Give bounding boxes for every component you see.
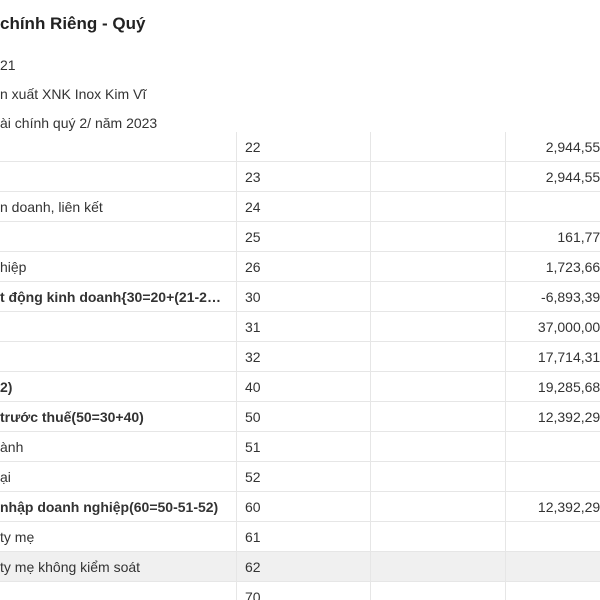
company-name: n xuất XNK Inox Kim Vĩ	[0, 86, 147, 102]
row-label: ty mẹ không kiểm soát	[0, 551, 237, 582]
table-row[interactable]: n doanh, liên kết 24	[0, 191, 600, 222]
table-row[interactable]: ty mẹ 61	[0, 521, 600, 552]
row-value-cell: 19,285,683	[505, 371, 600, 402]
row-label	[0, 221, 237, 252]
financial-table-body: 222,944,555232,944,555n doanh, liên kết2…	[0, 132, 600, 600]
table-row[interactable]: ty mẹ không kiểm soát 62	[0, 551, 600, 582]
row-code: 62	[236, 551, 371, 582]
row-code: 32	[236, 341, 371, 372]
row-value: 2,944,555	[545, 168, 600, 185]
row-value: 19,285,683	[537, 378, 600, 395]
row-code: 51	[236, 431, 371, 462]
table-row[interactable]: trước thuế(50=30+40)50 12,392,290	[0, 401, 600, 432]
row-label: ại	[0, 461, 237, 492]
row-empty-cell	[370, 161, 506, 192]
row-empty-cell	[370, 461, 506, 492]
row-empty-cell	[370, 491, 506, 522]
row-value-cell	[505, 431, 600, 462]
table-row[interactable]: 23 2,944,555	[0, 161, 600, 192]
row-label: 2)	[0, 371, 237, 402]
row-label	[0, 581, 237, 600]
row-value: 37,000,000	[537, 318, 600, 335]
row-empty-cell	[370, 371, 506, 402]
row-empty-cell	[370, 521, 506, 552]
row-value-cell	[505, 521, 600, 552]
row-label: hiệp	[0, 251, 237, 282]
row-code: 23	[236, 161, 371, 192]
row-empty-cell	[370, 191, 506, 222]
page-title: chính Riêng - Quý	[0, 14, 146, 33]
row-code: 24	[236, 191, 371, 222]
financial-table-container[interactable]: 222,944,555232,944,555n doanh, liên kết2…	[0, 132, 600, 600]
row-empty-cell	[370, 401, 506, 432]
row-empty-cell	[370, 581, 506, 600]
row-code: 22	[236, 132, 371, 162]
row-code: 50	[236, 401, 371, 432]
row-label: ty mẹ	[0, 521, 237, 552]
row-empty-cell	[370, 311, 506, 342]
row-code: 26	[236, 251, 371, 282]
row-code: 40	[236, 371, 371, 402]
row-value: 2,944,555	[545, 138, 600, 155]
row-label: nhập doanh nghiệp(60=50-51-52)	[0, 491, 237, 522]
row-empty-cell	[370, 551, 506, 582]
table-row[interactable]: 22 2,944,555	[0, 132, 600, 162]
row-value-cell: 1,723,663	[505, 251, 600, 282]
financial-table: 222,944,555232,944,555n doanh, liên kết2…	[0, 132, 600, 600]
table-row[interactable]: 70	[0, 581, 600, 600]
row-label: n doanh, liên kết	[0, 191, 237, 222]
row-value: 17,714,316	[537, 348, 600, 365]
row-code: 31	[236, 311, 371, 342]
row-label: ành	[0, 431, 237, 462]
row-code: 52	[236, 461, 371, 492]
row-label	[0, 341, 237, 372]
row-label	[0, 311, 237, 342]
row-value-cell: 37,000,000	[505, 311, 600, 342]
row-code: 70	[236, 581, 371, 600]
row-value-cell: 2,944,555	[505, 132, 600, 162]
row-value-cell	[505, 191, 600, 222]
row-empty-cell	[370, 341, 506, 372]
row-value: 12,392,290	[537, 408, 600, 425]
table-row[interactable]: t động kinh doanh{30=20+(21-2… 30 -6,893,3…	[0, 281, 600, 312]
row-value-cell: 12,392,290	[505, 401, 600, 432]
table-row[interactable]: 32 17,714,316	[0, 341, 600, 372]
row-code: 25	[236, 221, 371, 252]
row-value-cell	[505, 461, 600, 492]
row-label: trước thuế(50=30+40)	[0, 401, 237, 432]
row-value-cell: 2,944,555	[505, 161, 600, 192]
row-empty-cell	[370, 281, 506, 312]
row-empty-cell	[370, 221, 506, 252]
row-label	[0, 161, 237, 192]
table-row[interactable]: ành 51	[0, 431, 600, 462]
row-value-cell: 161,779	[505, 221, 600, 252]
row-value: 1,723,663	[545, 258, 600, 275]
table-row[interactable]: 31 37,000,000	[0, 311, 600, 342]
table-row[interactable]: hiệp26 1,723,663	[0, 251, 600, 282]
row-code: 61	[236, 521, 371, 552]
row-label: t động kinh doanh{30=20+(21-2…	[0, 281, 237, 312]
report-header: chính Riêng - Quý 21 n xuất XNK Inox Kim…	[0, 0, 600, 132]
table-row[interactable]: ại 52	[0, 461, 600, 492]
report-info-line-1: 21	[0, 57, 16, 73]
row-value: 12,392,290	[537, 498, 600, 515]
row-code: 30	[236, 281, 371, 312]
report-period: ài chính quý 2/ năm 2023	[0, 115, 158, 131]
row-code: 60	[236, 491, 371, 522]
row-value-cell: 12,392,290	[505, 491, 600, 522]
table-row[interactable]: nhập doanh nghiệp(60=50-51-52) 60 12,392,2…	[0, 491, 600, 522]
row-value-cell: -6,893,392	[505, 281, 600, 312]
row-empty-cell	[370, 251, 506, 282]
row-value: -6,893,392	[541, 288, 600, 305]
row-value-cell	[505, 581, 600, 600]
table-row[interactable]: 25 161,779	[0, 221, 600, 252]
row-empty-cell	[370, 431, 506, 462]
row-label	[0, 132, 237, 162]
row-value-cell	[505, 551, 600, 582]
row-empty-cell	[370, 132, 506, 162]
row-value: 161,779	[557, 228, 600, 245]
table-row[interactable]: 2)40 19,285,683	[0, 371, 600, 402]
row-value-cell: 17,714,316	[505, 341, 600, 372]
